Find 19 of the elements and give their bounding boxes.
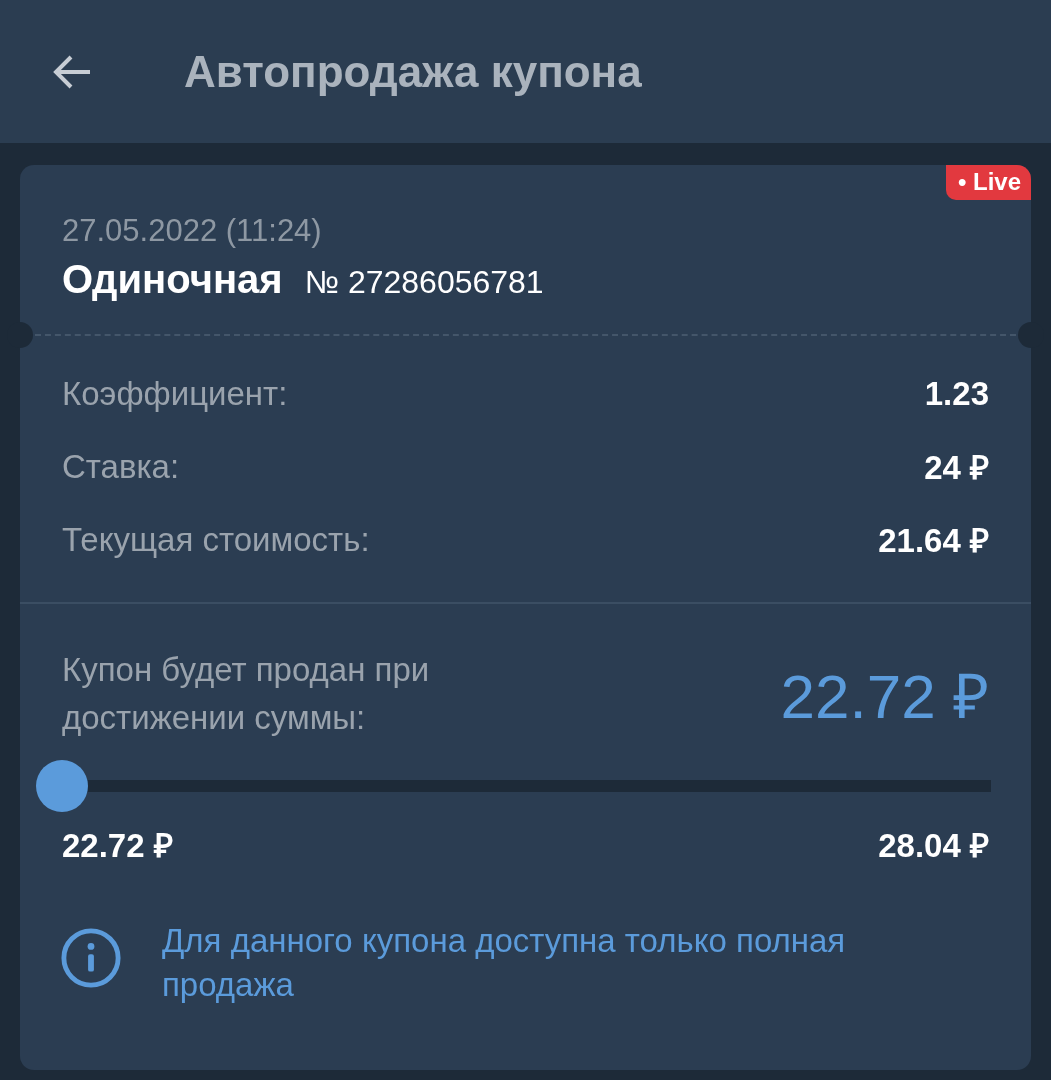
field-value: 24 ₽	[924, 448, 989, 488]
slider-max-label: 28.04 ₽	[878, 826, 989, 866]
field-label: Ставка:	[62, 447, 180, 486]
coupon-type: Одиночная	[62, 257, 283, 302]
slider-thumb[interactable]	[36, 760, 88, 812]
field-value: 1.23	[924, 374, 989, 413]
info-message: Для данного купона доступна только полная продажа	[162, 921, 847, 1005]
field-label: Текущая стоимость:	[62, 520, 370, 559]
field-label: Коэффициент:	[62, 374, 288, 413]
sell-condition-label: Купон будет продан при достижении суммы:	[62, 650, 431, 738]
coupon-date: 27.05.2022 (11:24)	[62, 213, 323, 249]
back-arrow-icon[interactable]	[52, 53, 92, 90]
live-badge: • Live	[945, 165, 1031, 200]
page-title: Автопродажа купона	[184, 46, 642, 97]
coupon-number: № 27286056781	[304, 264, 544, 301]
field-value: 21.64 ₽	[878, 521, 989, 561]
info-icon	[60, 927, 122, 989]
slider-min-label: 22.72 ₽	[62, 826, 173, 866]
sell-amount: 22.72 ₽	[780, 661, 989, 733]
